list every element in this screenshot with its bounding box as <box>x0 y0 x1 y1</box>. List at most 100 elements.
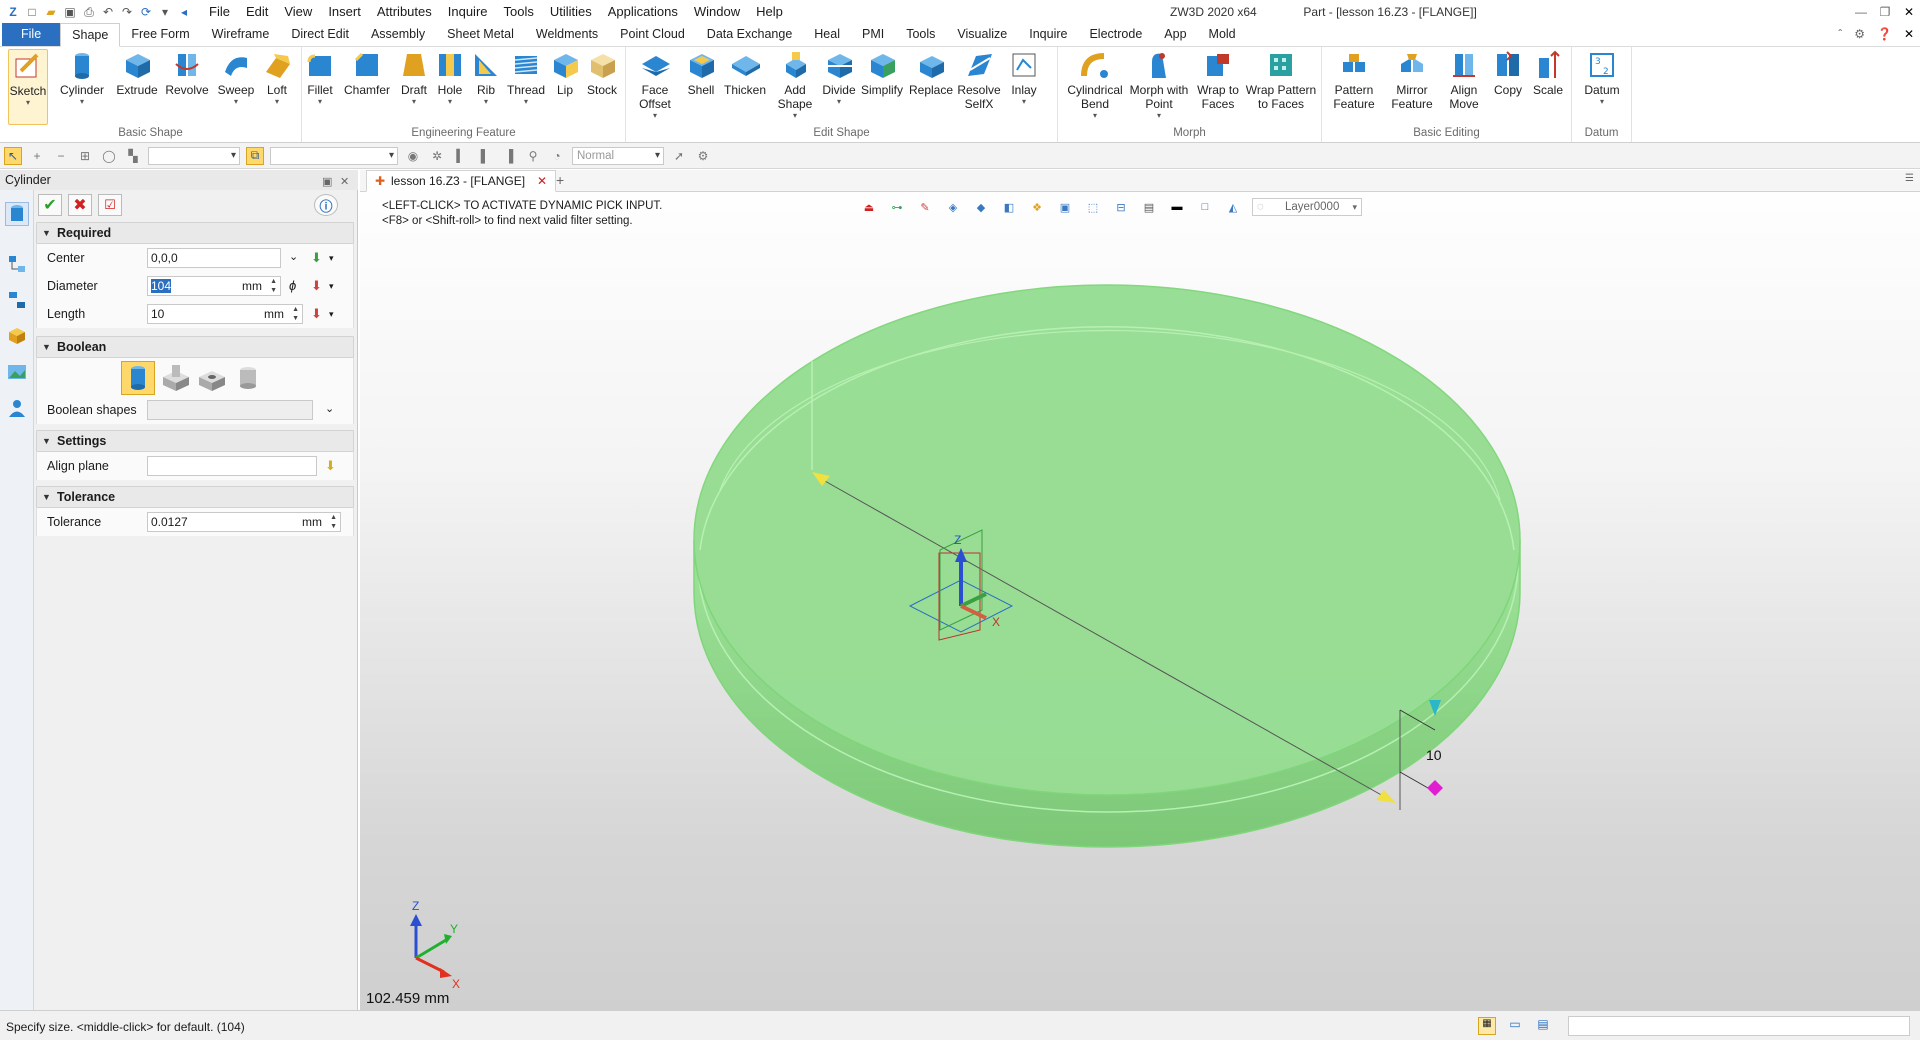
center-pick-icon[interactable]: ⬇ <box>311 250 322 266</box>
copy-button[interactable]: Copy <box>1488 49 1528 97</box>
lip-button[interactable]: Lip <box>550 49 580 97</box>
tab-weldments[interactable]: Weldments <box>525 23 609 46</box>
cursor-icon[interactable]: ➚ <box>670 147 688 165</box>
hole-button[interactable]: Hole ▾ <box>434 49 466 107</box>
diameter-symbol-icon[interactable]: ϕ <box>289 278 296 293</box>
revolve-button[interactable]: Revolve <box>164 49 210 97</box>
section-tolerance[interactable]: Tolerance <box>36 486 354 508</box>
length-pick-icon[interactable]: ⬇ <box>311 306 322 322</box>
menu-insert[interactable]: Insert <box>320 0 369 24</box>
section-boolean[interactable]: Boolean <box>36 336 354 358</box>
tab-electrode[interactable]: Electrode <box>1078 23 1153 46</box>
mirror-feature-button[interactable]: Mirror Feature <box>1384 49 1440 111</box>
circle-select-icon[interactable]: ◯ <box>100 147 118 165</box>
boolean-add-button[interactable] <box>159 361 193 395</box>
boolean-base-button[interactable] <box>121 361 155 395</box>
boolean-remove-button[interactable] <box>195 361 229 395</box>
menu-applications[interactable]: Applications <box>600 0 686 24</box>
steps-icon[interactable]: ▚ <box>124 147 142 165</box>
shell-button[interactable]: Shell <box>684 49 718 97</box>
align-plane-pick-icon[interactable]: ⬇ <box>325 458 336 474</box>
center-options-icon[interactable]: ▾ <box>329 253 334 264</box>
tab-wireframe[interactable]: Wireframe <box>201 23 281 46</box>
align-left-icon[interactable]: ▍ <box>452 147 470 165</box>
thicken-button[interactable]: Thicken <box>722 49 768 97</box>
restore-icon[interactable]: ❐ <box>1878 5 1892 19</box>
add-icon[interactable]: + <box>28 147 46 165</box>
snap-icon[interactable]: ✲ <box>428 147 446 165</box>
draft-button[interactable]: Draft ▾ <box>398 49 430 107</box>
datum-button[interactable]: 32 Datum ▾ <box>1582 49 1622 107</box>
command-input[interactable] <box>1568 1016 1910 1036</box>
menu-inquire[interactable]: Inquire <box>440 0 496 24</box>
close-panel-icon[interactable]: ✕ <box>340 172 349 192</box>
tab-free-form[interactable]: Free Form <box>120 23 200 46</box>
pick-filter-icon[interactable]: ⧉ <box>246 146 264 165</box>
diameter-input[interactable]: 104 mm ▲ ▼ <box>147 276 281 296</box>
length-spinner[interactable]: ▲ ▼ <box>292 305 299 323</box>
close-doc-icon[interactable]: ✕ <box>1904 27 1914 41</box>
assembly-tree-icon[interactable] <box>5 288 29 312</box>
lock-icon[interactable]: ◉ <box>404 147 422 165</box>
status-layout-icon[interactable]: ▦ <box>1478 1017 1496 1035</box>
pick-cursor-icon[interactable]: ↖ <box>4 146 22 165</box>
section-required[interactable]: Required <box>36 222 354 244</box>
tab-direct-edit[interactable]: Direct Edit <box>280 23 360 46</box>
tolerance-input[interactable]: 0.0127 mm ▲ ▼ <box>147 512 341 532</box>
rebuild-icon[interactable]: ⟳ <box>139 5 153 19</box>
sketch-button[interactable]: Sketch ▾ <box>8 49 48 125</box>
cylinder-tab-icon[interactable] <box>5 202 29 226</box>
menu-file[interactable]: File <box>201 0 238 24</box>
extrude-button[interactable]: Extrude <box>114 49 160 97</box>
tab-tools[interactable]: Tools <box>895 23 946 46</box>
app-logo-icon[interactable]: Z <box>6 5 20 19</box>
fillet-button[interactable]: Fillet ▾ <box>302 49 338 107</box>
tab-sheet-metal[interactable]: Sheet Metal <box>436 23 525 46</box>
pin-icon[interactable]: ⚲ <box>524 147 542 165</box>
divide-button[interactable]: Divide ▾ <box>822 49 856 107</box>
align-right-icon[interactable]: ▐ <box>500 147 518 165</box>
render-mode-icon[interactable]: ◔ <box>548 147 566 165</box>
boolean-shapes-expand-icon[interactable]: ⌄ <box>325 402 334 415</box>
undo-icon[interactable]: ↶ <box>101 5 115 19</box>
new-file-icon[interactable]: □ <box>25 5 39 19</box>
customize-qat-icon[interactable]: ▾ <box>158 5 172 19</box>
section-settings[interactable]: Settings <box>36 430 354 452</box>
wrap-pattern-to-faces-button[interactable]: Wrap Pattern to Faces <box>1244 49 1318 111</box>
boolean-shapes-input[interactable] <box>147 400 313 420</box>
tab-pmi[interactable]: PMI <box>851 23 895 46</box>
tab-app[interactable]: App <box>1153 23 1197 46</box>
align-move-button[interactable]: Align Move <box>1442 49 1486 111</box>
tab-heal[interactable]: Heal <box>803 23 851 46</box>
remove-icon[interactable]: − <box>52 147 70 165</box>
diameter-spinner[interactable]: ▲ ▼ <box>270 277 277 295</box>
cancel-button[interactable]: ✖ <box>68 194 92 216</box>
align-plane-input[interactable] <box>147 456 317 476</box>
rib-button[interactable]: Rib ▾ <box>470 49 502 107</box>
part-icon[interactable] <box>5 324 29 348</box>
render-mode-combo[interactable]: Normal <box>572 146 664 165</box>
loft-button[interactable]: Loft ▾ <box>258 49 296 107</box>
print-icon[interactable]: ⎙ <box>82 5 96 19</box>
morph-with-point-button[interactable]: Morph with Point ▾ <box>1126 49 1192 121</box>
simplify-button[interactable]: Simplify <box>860 49 904 97</box>
filter-icon[interactable]: ⊞ <box>76 147 94 165</box>
diameter-options-icon[interactable]: ▾ <box>329 281 334 292</box>
pick-filter-combo[interactable] <box>270 146 398 165</box>
history-tree-icon[interactable] <box>5 252 29 276</box>
pattern-feature-button[interactable]: Pattern Feature <box>1326 49 1382 111</box>
tab-file[interactable]: File <box>2 23 61 46</box>
center-expand-icon[interactable]: ⌄ <box>289 250 298 263</box>
menu-attributes[interactable]: Attributes <box>369 0 440 24</box>
add-shape-button[interactable]: Add Shape ▾ <box>774 49 816 121</box>
tab-data-exchange[interactable]: Data Exchange <box>696 23 803 46</box>
tab-point-cloud[interactable]: Point Cloud <box>609 23 696 46</box>
user-icon[interactable] <box>5 396 29 420</box>
tab-mold[interactable]: Mold <box>1198 23 1247 46</box>
model-canvas[interactable]: 10 Z X Z Y X <box>360 170 1920 1010</box>
help-icon[interactable]: ❓ <box>1877 27 1892 41</box>
tab-visualize[interactable]: Visualize <box>946 23 1018 46</box>
menu-utilities[interactable]: Utilities <box>542 0 600 24</box>
close-icon[interactable]: ✕ <box>1902 5 1916 19</box>
settings-gear-icon[interactable]: ⚙ <box>1854 27 1865 41</box>
